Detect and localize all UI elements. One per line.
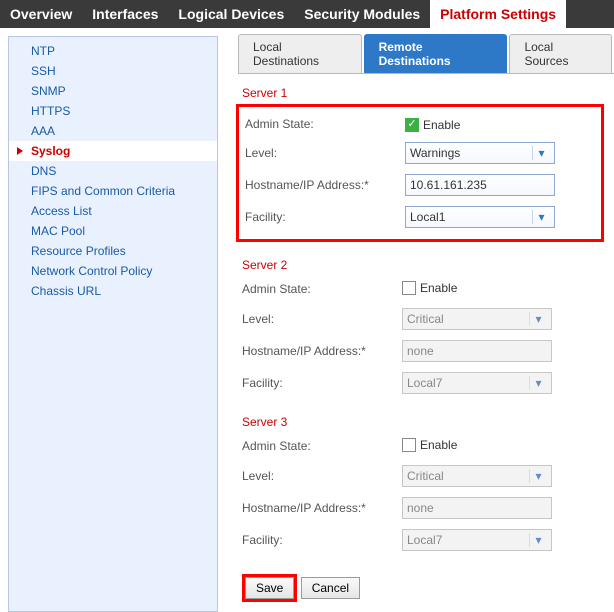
sidebar-item-https[interactable]: HTTPS (9, 101, 217, 121)
label-facility: Facility: (242, 533, 402, 547)
server-2-level-select[interactable]: Critical ▾ (402, 308, 552, 330)
chevron-down-icon: ▾ (532, 210, 550, 224)
server-2-title: Server 2 (242, 252, 604, 276)
chevron-down-icon: ▾ (529, 312, 547, 326)
subtabs: Local Destinations Remote Destinations L… (238, 34, 614, 74)
server-1-enable-checkbox[interactable]: ✓ Enable (405, 118, 460, 132)
server-2-hostname-input[interactable]: none (402, 340, 552, 362)
server-1-hostname-value: 10.61.161.235 (410, 178, 487, 192)
chevron-down-icon: ▾ (529, 469, 547, 483)
sidebar-item-ssh[interactable]: SSH (9, 61, 217, 81)
server-2-facility-value: Local7 (407, 376, 442, 390)
check-icon: ✓ (405, 118, 419, 132)
subtab-remote-destinations[interactable]: Remote Destinations (364, 34, 508, 73)
label-level: Level: (242, 312, 402, 326)
save-highlight: Save (242, 574, 297, 602)
tab-platform-settings[interactable]: Platform Settings (430, 0, 566, 28)
server-2-enable-checkbox[interactable]: Enable (402, 281, 457, 295)
cancel-button[interactable]: Cancel (301, 577, 360, 599)
server-1-facility-value: Local1 (410, 210, 445, 224)
enable-label: Enable (420, 438, 457, 452)
sidebar-item-snmp[interactable]: SNMP (9, 81, 217, 101)
chevron-down-icon: ▾ (529, 376, 547, 390)
server-1-facility-select[interactable]: Local1 ▾ (405, 206, 555, 228)
enable-label: Enable (423, 118, 460, 132)
enable-label: Enable (420, 281, 457, 295)
label-facility: Facility: (245, 210, 405, 224)
server-1-title: Server 1 (242, 80, 604, 104)
label-hostname: Hostname/IP Address:* (242, 501, 402, 515)
sidebar-item-mac-pool[interactable]: MAC Pool (9, 221, 217, 241)
sidebar-item-resource-profiles[interactable]: Resource Profiles (9, 241, 217, 261)
label-level: Level: (242, 469, 402, 483)
checkbox-icon (402, 281, 416, 295)
top-navigation: Overview Interfaces Logical Devices Secu… (0, 0, 614, 28)
subtab-local-destinations[interactable]: Local Destinations (238, 34, 362, 73)
label-hostname: Hostname/IP Address:* (242, 344, 402, 358)
sidebar-item-access-list[interactable]: Access List (9, 201, 217, 221)
label-hostname: Hostname/IP Address:* (245, 178, 405, 192)
sidebar-item-ntp[interactable]: NTP (9, 41, 217, 61)
sidebar-item-dns[interactable]: DNS (9, 161, 217, 181)
sidebar-item-network-control-policy[interactable]: Network Control Policy (9, 261, 217, 281)
server-1-highlight: Admin State: ✓ Enable Level: Warnings ▾ (236, 104, 604, 242)
button-bar: Save Cancel (238, 560, 614, 612)
server-3-block: Server 3 Admin State: Enable Level: Crit… (238, 403, 614, 560)
sidebar: NTP SSH SNMP HTTPS AAA Syslog DNS FIPS a… (8, 36, 218, 612)
sidebar-item-aaa[interactable]: AAA (9, 121, 217, 141)
server-2-hostname-value: none (407, 344, 434, 358)
sidebar-item-fips[interactable]: FIPS and Common Criteria (9, 181, 217, 201)
server-2-level-value: Critical (407, 312, 444, 326)
chevron-down-icon: ▾ (529, 533, 547, 547)
server-1-hostname-input[interactable]: 10.61.161.235 (405, 174, 555, 196)
server-3-title: Server 3 (242, 409, 604, 433)
checkbox-icon (402, 438, 416, 452)
server-2-facility-select[interactable]: Local7 ▾ (402, 372, 552, 394)
chevron-down-icon: ▾ (532, 146, 550, 160)
server-3-level-value: Critical (407, 469, 444, 483)
server-3-facility-select[interactable]: Local7 ▾ (402, 529, 552, 551)
tab-security-modules[interactable]: Security Modules (294, 0, 430, 28)
server-3-hostname-value: none (407, 501, 434, 515)
label-admin-state: Admin State: (242, 439, 402, 453)
subtab-local-sources[interactable]: Local Sources (509, 34, 612, 73)
sidebar-item-chassis-url[interactable]: Chassis URL (9, 281, 217, 301)
server-3-hostname-input[interactable]: none (402, 497, 552, 519)
tab-logical-devices[interactable]: Logical Devices (168, 0, 294, 28)
main-content: Local Destinations Remote Destinations L… (218, 28, 614, 612)
server-1-block: Server 1 Admin State: ✓ Enable Level: (238, 74, 614, 246)
tab-overview[interactable]: Overview (0, 0, 82, 28)
server-1-level-select[interactable]: Warnings ▾ (405, 142, 555, 164)
label-admin-state: Admin State: (242, 282, 402, 296)
save-button[interactable]: Save (245, 577, 294, 599)
label-level: Level: (245, 146, 405, 160)
server-2-block: Server 2 Admin State: Enable Level: Crit… (238, 246, 614, 403)
label-facility: Facility: (242, 376, 402, 390)
tab-interfaces[interactable]: Interfaces (82, 0, 168, 28)
server-3-enable-checkbox[interactable]: Enable (402, 438, 457, 452)
server-1-level-value: Warnings (410, 146, 460, 160)
server-3-facility-value: Local7 (407, 533, 442, 547)
label-admin-state: Admin State: (245, 117, 405, 131)
server-3-level-select[interactable]: Critical ▾ (402, 465, 552, 487)
sidebar-item-syslog[interactable]: Syslog (9, 141, 217, 161)
